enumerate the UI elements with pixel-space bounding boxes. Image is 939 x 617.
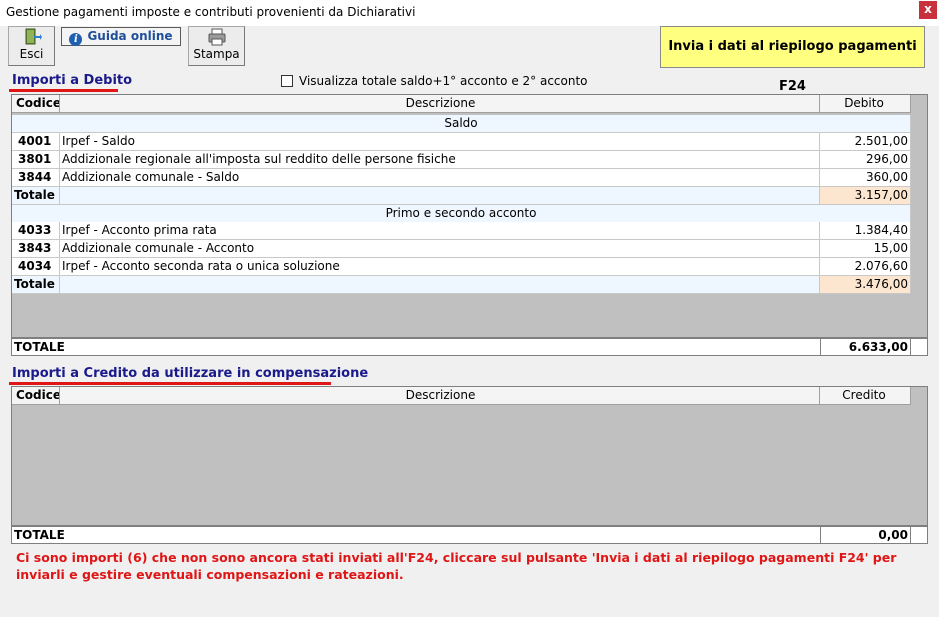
invia-f24-button[interactable]: Invia i dati al riepilogo pagamenti F24 [660,26,925,94]
guida-online-label: Guida online [87,29,173,43]
row-code: 3843 [12,240,60,258]
row-code: 4034 [12,258,60,276]
row-amount: 15,00 [820,240,911,258]
info-icon: i [69,33,83,46]
row-code: 4001 [12,133,60,151]
row-code: 3801 [12,151,60,169]
subtotal-label: Totale [12,187,60,205]
group-label: Primo e secondo acconto [12,205,911,223]
group-label: Saldo [12,115,911,133]
row-code: 4033 [12,222,60,240]
stampa-label: Stampa [193,47,240,61]
close-button[interactable]: x [919,1,937,19]
col-debito[interactable]: Debito [820,95,911,113]
esci-button[interactable]: Esci [8,26,55,66]
col-codice[interactable]: Codice [12,387,60,405]
row-code: 3844 [12,169,60,187]
credito-title-underline [9,382,331,385]
credito-section-title: Importi a Credito da utilizzare in compe… [12,366,369,381]
debito-total-value: 6.633,00 [820,339,911,355]
debito-total-label: TOTALE [14,340,65,354]
checkbox-label: Visualizza totale saldo+1° acconto e 2° … [299,74,588,88]
credito-total-label: TOTALE [14,528,65,542]
row-desc: Irpef - Saldo [60,133,820,151]
col-descrizione[interactable]: Descrizione [60,387,820,405]
row-desc: Irpef - Acconto seconda rata o unica sol… [60,258,820,276]
printer-icon [189,27,244,47]
checkbox-box[interactable] [281,75,293,87]
debito-section-title: Importi a Debito [12,73,133,88]
exit-door-icon [9,27,54,47]
row-amount: 2.076,60 [820,258,911,276]
subtotal-spacer [60,276,820,294]
col-credito[interactable]: Credito [820,387,911,405]
esci-label: Esci [19,47,44,61]
row-amount: 296,00 [820,151,911,169]
row-amount: 2.501,00 [820,133,911,151]
subtotal-spacer [60,187,820,205]
subtotal-amount: 3.157,00 [820,187,911,205]
subtotal-label: Totale [12,276,60,294]
row-desc: Addizionale comunale - Saldo [60,169,820,187]
row-amount: 360,00 [820,169,911,187]
subtotal-amount: 3.476,00 [820,276,911,294]
col-codice[interactable]: Codice [12,95,60,113]
credito-grid: Codice Descrizione Credito [11,386,928,526]
credito-grand-total-bar: TOTALE 0,00 [11,526,928,544]
row-desc: Addizionale comunale - Acconto [60,240,820,258]
guida-online-button[interactable]: i Guida online [61,27,181,46]
debito-grand-total-bar: TOTALE 6.633,00 [11,338,928,356]
debito-title-underline [9,89,118,92]
window-title: Gestione pagamenti imposte e contributi … [6,5,416,19]
credito-total-value: 0,00 [820,527,911,543]
visualizza-totale-checkbox[interactable]: Visualizza totale saldo+1° acconto e 2° … [281,74,588,88]
col-descrizione[interactable]: Descrizione [60,95,820,113]
stampa-button[interactable]: Stampa [188,26,245,66]
row-desc: Irpef - Acconto prima rata [60,222,820,240]
row-desc: Addizionale regionale all'imposta sul re… [60,151,820,169]
title-bar: Gestione pagamenti imposte e contributi … [0,0,939,26]
warning-message: Ci sono importi (6) che non sono ancora … [16,550,897,582]
row-amount: 1.384,40 [820,222,911,240]
debito-grid: Codice Descrizione Debito Saldo 4001 Irp… [11,94,928,338]
